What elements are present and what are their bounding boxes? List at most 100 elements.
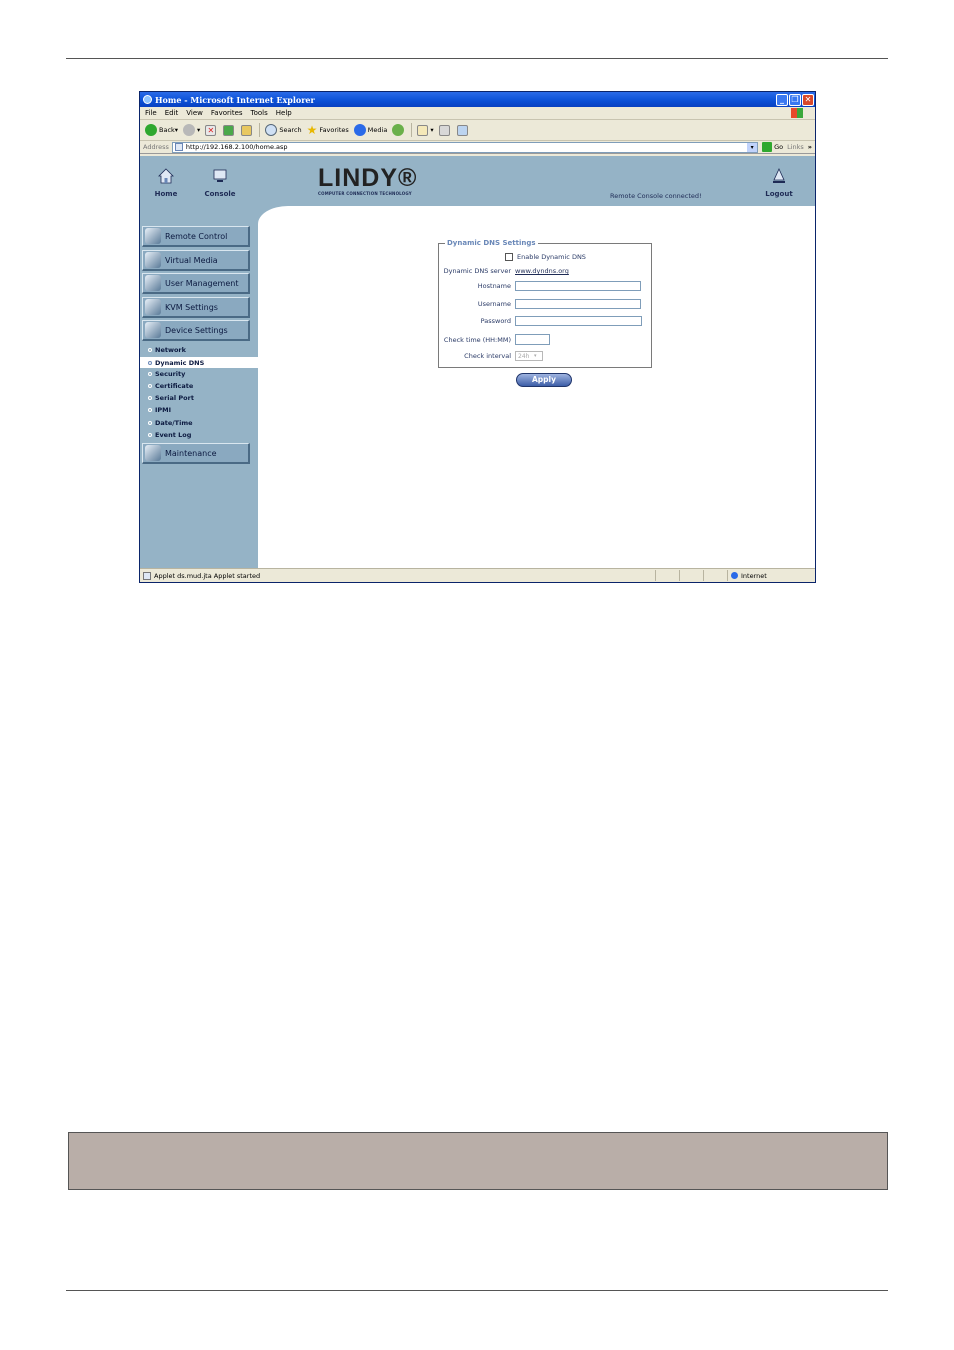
remote-control-icon <box>145 228 161 244</box>
address-url: http://192.168.2.100/home.asp <box>185 143 288 151</box>
note-box <box>68 1132 888 1190</box>
fieldset-legend: Dynamic DNS Settings <box>445 239 538 247</box>
bullet-icon <box>148 372 152 376</box>
apply-button[interactable]: Apply <box>516 373 572 387</box>
history-button[interactable] <box>392 124 406 136</box>
back-arrow-icon <box>145 124 157 136</box>
close-button[interactable]: ✕ <box>802 93 814 106</box>
hostname-input[interactable] <box>515 281 641 291</box>
menu-edit[interactable]: Edit <box>165 109 179 117</box>
logout-nav-button[interactable]: Logout <box>759 168 799 198</box>
check-interval-select[interactable]: 24h ▾ <box>515 351 543 361</box>
bullet-icon <box>148 348 152 352</box>
bullet-icon <box>148 408 152 412</box>
check-time-row: Check time (HH:MM) <box>439 334 550 345</box>
restore-button[interactable]: ❐ <box>789 93 801 106</box>
password-row: Password <box>439 316 642 326</box>
subnav-date-time[interactable]: Date/Time <box>148 419 193 427</box>
header-band <box>140 156 815 206</box>
media-icon <box>353 124 366 136</box>
subnav-ipmi[interactable]: IPMI <box>148 406 171 414</box>
search-button[interactable]: Search <box>265 124 302 136</box>
print-button[interactable] <box>438 124 452 136</box>
go-arrow-icon <box>762 142 773 152</box>
subnav-security[interactable]: Security <box>148 370 185 378</box>
links-more-chevron[interactable]: » <box>808 143 812 151</box>
home-nav-button[interactable]: Home <box>146 168 186 198</box>
history-icon <box>392 124 405 136</box>
check-time-input[interactable] <box>515 334 550 345</box>
address-label: Address <box>143 143 169 151</box>
refresh-button[interactable] <box>223 124 236 136</box>
lindy-logo: LINDY® COMPUTER CONNECTION TECHNOLOGY <box>318 164 418 196</box>
ie-icon <box>143 95 152 104</box>
menu-view[interactable]: View <box>186 109 203 117</box>
check-time-label: Check time (HH:MM) <box>443 335 511 344</box>
browser-window: Home - Microsoft Internet Explorer _ ❐ ✕… <box>139 91 816 583</box>
virtual-media-icon <box>145 252 161 268</box>
device-settings-icon <box>145 322 161 338</box>
menu-help[interactable]: Help <box>276 109 292 117</box>
refresh-icon <box>223 124 235 136</box>
search-icon <box>265 124 278 136</box>
console-nav-button[interactable]: Console <box>200 168 240 198</box>
menu-favorites[interactable]: Favorites <box>211 109 243 117</box>
bullet-icon <box>148 360 152 365</box>
house-icon <box>241 124 253 136</box>
page-icon <box>174 143 183 151</box>
kvm-settings-icon <box>145 299 161 315</box>
username-row: Username <box>439 299 641 309</box>
maintenance-icon <box>145 445 161 461</box>
bullet-icon <box>148 433 152 437</box>
back-button[interactable]: Back ▾ <box>145 124 178 136</box>
username-input[interactable] <box>515 299 641 309</box>
minimize-button[interactable]: _ <box>776 93 788 106</box>
dns-server-link[interactable]: www.dyndns.org <box>515 267 569 275</box>
globe-icon <box>731 572 738 579</box>
logout-icon <box>773 168 785 183</box>
enable-dns-checkbox[interactable] <box>505 253 513 261</box>
forward-arrow-icon <box>183 124 196 136</box>
windows-logo-icon <box>791 108 803 118</box>
subnav-serial-port[interactable]: Serial Port <box>148 394 194 402</box>
hostname-label: Hostname <box>477 282 511 290</box>
edit-button[interactable] <box>456 124 470 136</box>
links-label[interactable]: Links <box>787 143 804 151</box>
sidebar-item-kvm-settings[interactable]: KVM Settings <box>142 297 250 318</box>
forward-button[interactable]: ▾ <box>183 124 200 136</box>
edit-page-icon <box>456 124 468 136</box>
address-dropdown-icon[interactable]: ▾ <box>747 142 758 152</box>
status-text: Applet ds.mud.jta Applet started <box>154 571 261 580</box>
chevron-down-icon: ▾ <box>534 353 537 359</box>
password-input[interactable] <box>515 316 642 326</box>
check-interval-row: Check interval 24h ▾ <box>439 351 543 361</box>
go-button[interactable]: Go <box>762 142 783 152</box>
applet-icon <box>143 571 151 580</box>
subnav-event-log[interactable]: Event Log <box>148 431 191 439</box>
subnav-network[interactable]: Network <box>148 346 186 354</box>
menu-file[interactable]: File <box>145 109 157 117</box>
menu-tools[interactable]: Tools <box>251 109 268 117</box>
username-label: Username <box>477 300 511 308</box>
stop-button[interactable]: ✕ <box>205 124 218 136</box>
mail-button[interactable]: ▾ <box>417 124 434 136</box>
sidebar-item-remote-control[interactable]: Remote Control <box>142 226 250 247</box>
enable-dns-row: Enable Dynamic DNS <box>505 253 586 261</box>
home-toolbar-button[interactable] <box>241 124 254 136</box>
sidebar-item-virtual-media[interactable]: Virtual Media <box>142 250 250 271</box>
favorites-button[interactable]: ★ Favorites <box>307 123 349 137</box>
address-input[interactable]: http://192.168.2.100/home.asp ▾ <box>171 141 759 153</box>
sidebar-item-device-settings[interactable]: Device Settings <box>142 320 250 341</box>
stop-icon: ✕ <box>205 124 217 136</box>
user-management-icon <box>145 275 161 291</box>
sidebar-item-user-management[interactable]: User Management <box>142 273 250 294</box>
hostname-row: Hostname <box>439 281 641 291</box>
window-title: Home - Microsoft Internet Explorer <box>155 94 315 105</box>
media-button[interactable]: Media <box>353 124 387 136</box>
sidebar-item-maintenance[interactable]: Maintenance <box>142 443 250 464</box>
security-zone: Internet <box>727 570 815 581</box>
subnav-certificate[interactable]: Certificate <box>148 382 193 390</box>
bullet-icon <box>148 421 152 425</box>
password-label: Password <box>480 317 511 325</box>
subnav-dynamic-dns[interactable]: Dynamic DNS <box>140 357 258 368</box>
